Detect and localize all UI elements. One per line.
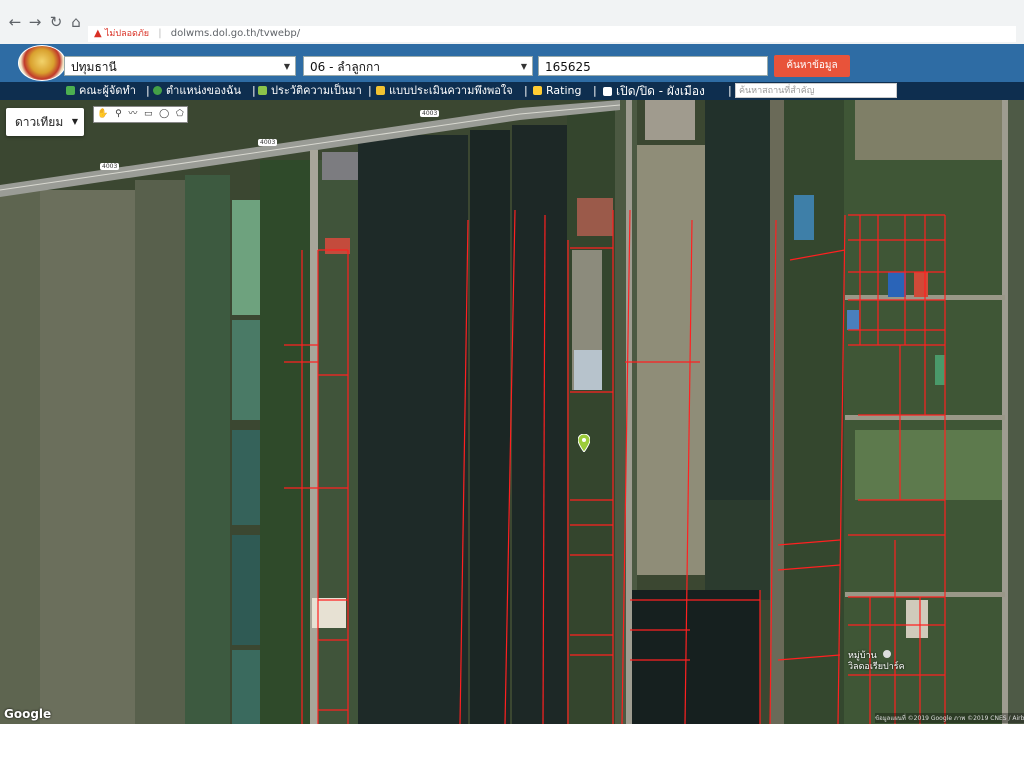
place-marker-icon	[882, 650, 891, 658]
menu-item-history[interactable]: ประวัติความเป็นมา	[258, 82, 362, 100]
menu-item-rating[interactable]: Rating	[533, 82, 581, 100]
satellite-map[interactable]: 4003 4003 4003 หมู่บ้าน วิลดอเรียปาร์ค	[0, 100, 1024, 724]
map-pin-icon[interactable]	[577, 433, 591, 453]
hand-icon[interactable]: ✋	[97, 107, 108, 122]
dropdown-caret-icon: ▼	[283, 62, 290, 71]
province-value: ปทุมธานี	[71, 60, 117, 74]
menu-item-survey[interactable]: แบบประเมินความพึงพอใจ	[376, 82, 513, 100]
page-blank-area	[0, 724, 1024, 768]
district-select[interactable]: 06 - ลำลูกกา ▼	[303, 56, 533, 76]
address-bar[interactable]: ▲ ไม่ปลอดภัย | dolwms.dol.go.th/tvwebp/	[88, 26, 1016, 42]
url-text: dolwms.dol.go.th/tvwebp/	[170, 28, 301, 39]
toggle-icon	[603, 87, 612, 96]
department-logo	[18, 45, 66, 81]
reload-icon[interactable]: ↻	[47, 13, 65, 31]
google-logo: Google	[4, 707, 52, 721]
highway-number-label: 4003	[420, 110, 440, 117]
back-icon[interactable]: ←	[6, 13, 24, 31]
survey-icon	[376, 86, 385, 95]
warning-icon: ▲	[94, 28, 102, 39]
person-icon	[66, 86, 75, 95]
parcel-number-input[interactable]: 165625	[538, 56, 768, 76]
map-type-select[interactable]: ดาวเทียม ▼	[6, 108, 84, 136]
district-value: 06 - ลำลูกกา	[310, 60, 380, 74]
menu-item-my-location[interactable]: ตำแหน่งของฉัน	[153, 82, 241, 100]
village-label: หมู่บ้าน วิลดอเรียปาร์ค	[848, 650, 905, 672]
highway-number-label: 4003	[258, 139, 278, 146]
dropdown-caret-icon: ▼	[520, 62, 527, 71]
browser-toolbar: ← → ↻ ⌂ ▲ ไม่ปลอดภัย | dolwms.dol.go.th/…	[0, 0, 1024, 44]
map-attribution: ข้อมูลแผนที่ ©2019 Google ภาพ ©2019 CNES…	[875, 713, 1024, 723]
menu-item-zoning-toggle[interactable]: เปิด/ปิด - ผังเมือง	[603, 82, 705, 101]
polyline-icon[interactable]: 〰	[128, 107, 137, 122]
menu-item-team[interactable]: คณะผู้จัดทำ	[66, 82, 136, 100]
rating-icon	[533, 86, 542, 95]
satellite-imagery	[0, 100, 1024, 724]
polygon-icon[interactable]: ⬠	[176, 107, 184, 122]
highway-number-label: 4003	[100, 163, 120, 170]
history-icon	[258, 86, 267, 95]
rectangle-icon[interactable]: ▭	[144, 107, 153, 122]
province-select[interactable]: ปทุมธานี ▼	[64, 56, 296, 76]
security-warning: ไม่ปลอดภัย	[104, 29, 150, 39]
dropdown-caret-icon: ▼	[71, 117, 78, 126]
place-search-input[interactable]: ค้นหาสถานที่สำคัญ	[735, 83, 897, 98]
parcel-number-value: 165625	[545, 60, 591, 74]
marker-icon[interactable]: ⚲	[115, 107, 122, 122]
search-button[interactable]: ค้นหาข้อมูล	[774, 55, 850, 77]
forward-icon[interactable]: →	[26, 13, 44, 31]
location-icon	[153, 86, 162, 95]
home-icon[interactable]: ⌂	[67, 13, 85, 31]
circle-icon[interactable]: ◯	[159, 107, 169, 122]
drawing-toolbar: ✋ ⚲ 〰 ▭ ◯ ⬠	[93, 106, 188, 123]
